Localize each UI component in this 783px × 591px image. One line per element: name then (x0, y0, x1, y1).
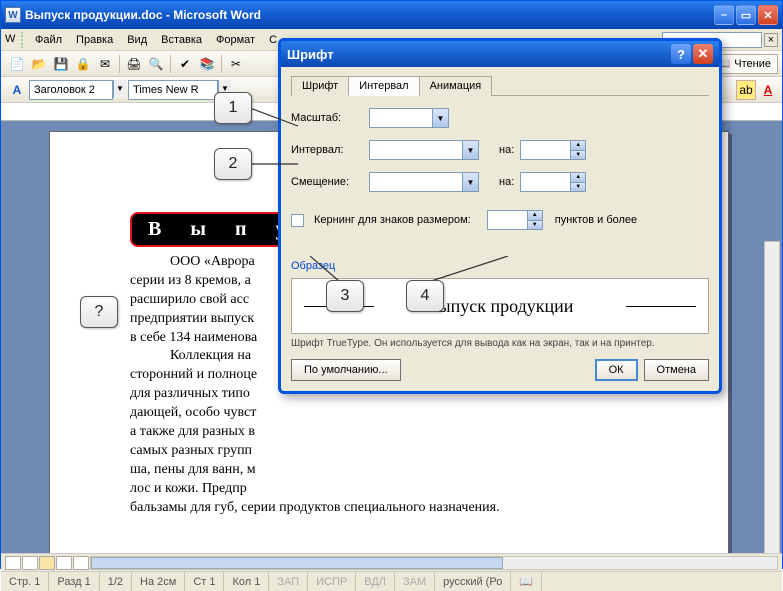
kerning-label: Кернинг для знаков размером: (314, 214, 471, 226)
cancel-button[interactable]: Отмена (644, 359, 709, 381)
maximize-button[interactable]: ▭ (736, 5, 756, 25)
research-icon[interactable]: 📚 (197, 54, 217, 74)
chevron-down-icon: ▼ (527, 221, 542, 230)
kerning-spinner[interactable]: ▲▼ (487, 210, 543, 230)
reading-view-button[interactable] (73, 556, 89, 570)
permissions-icon[interactable]: 🔒 (73, 54, 93, 74)
statusbar: Стр. 1 Разд 1 1/2 На 2см Ст 1 Кол 1 ЗАП … (1, 571, 782, 591)
spacing-by-label: на: (499, 144, 514, 156)
ok-button[interactable]: ОК (595, 359, 638, 381)
print-layout-view-button[interactable] (39, 556, 55, 570)
styles-formatting-icon[interactable]: A (7, 80, 27, 100)
sample-group-label: Образец (291, 260, 709, 272)
tab-font[interactable]: Шрифт (291, 76, 349, 96)
kerning-after-label: пунктов и более (555, 214, 637, 226)
word-doc-icon: W (5, 7, 21, 23)
cut-icon[interactable]: ✂ (226, 54, 246, 74)
status-col: Кол 1 (224, 572, 269, 591)
menu-format[interactable]: Формат (210, 32, 261, 48)
grip-icon (21, 32, 25, 48)
chevron-down-icon[interactable]: ▼ (432, 109, 448, 127)
dialog-close-button[interactable]: ✕ (693, 44, 713, 64)
status-ext[interactable]: ВДЛ (356, 572, 395, 591)
sample-text: Выпуск продукции (427, 296, 574, 317)
minimize-button[interactable]: – (714, 5, 734, 25)
highlight-color-icon[interactable]: ab (736, 80, 756, 100)
chevron-down-icon[interactable]: ▼ (113, 80, 126, 98)
chevron-up-icon: ▲ (527, 211, 542, 221)
status-line: Ст 1 (185, 572, 224, 591)
dialog-tabs: Шрифт Интервал Анимация (291, 75, 709, 96)
font-dialog[interactable]: Шрифт ? ✕ Шрифт Интервал Анимация Масшта… (278, 38, 722, 394)
chevron-down-icon: ▼ (570, 151, 585, 160)
chevron-up-icon: ▲ (570, 173, 585, 183)
open-icon[interactable]: 📂 (29, 54, 49, 74)
status-spellcheck-icon[interactable]: 📖 (511, 572, 542, 591)
horizontal-scrollbar[interactable] (90, 556, 778, 570)
chevron-down-icon[interactable]: ▼ (462, 141, 478, 159)
font-hint: Шрифт TrueType. Он используется для выво… (291, 338, 709, 349)
chevron-down-icon: ▼ (570, 183, 585, 192)
default-button[interactable]: По умолчанию... (291, 359, 401, 381)
menu-view[interactable]: Вид (121, 32, 153, 48)
reading-label: Чтение (734, 58, 771, 70)
menu-edit[interactable]: Правка (70, 32, 119, 48)
status-rec[interactable]: ЗАП (269, 572, 308, 591)
close-button[interactable]: ✕ (758, 5, 778, 25)
web-view-button[interactable] (22, 556, 38, 570)
status-ovr[interactable]: ЗАМ (395, 572, 435, 591)
dialog-body: Шрифт Интервал Анимация Масштаб: ▼ Интер… (281, 67, 719, 391)
font-combo[interactable]: Times New R (128, 80, 218, 100)
view-buttons-bar (1, 553, 782, 571)
outline-view-button[interactable] (56, 556, 72, 570)
menu-insert[interactable]: Вставка (155, 32, 208, 48)
callout-1: 1 (214, 92, 252, 124)
status-section: Разд 1 (49, 572, 99, 591)
dialog-title: Шрифт (287, 47, 334, 62)
font-color-icon[interactable]: A (758, 80, 778, 100)
spacing-label: Интервал: (291, 144, 363, 156)
status-page: Стр. 1 (1, 572, 49, 591)
status-trk[interactable]: ИСПР (308, 572, 356, 591)
callout-4: 4 (406, 280, 444, 312)
mail-icon[interactable]: ✉ (95, 54, 115, 74)
new-doc-icon[interactable]: 📄 (7, 54, 27, 74)
status-at: На 2см (132, 572, 185, 591)
position-by-label: на: (499, 176, 514, 188)
menubar-close-icon[interactable]: × (764, 33, 778, 47)
callout-3: 3 (326, 280, 364, 312)
spellcheck-icon[interactable]: ✔ (175, 54, 195, 74)
position-combo[interactable]: ▼ (369, 172, 479, 192)
tab-animation[interactable]: Анимация (419, 76, 493, 96)
titlebar[interactable]: W Выпуск продукции.doc - Microsoft Word … (1, 1, 782, 29)
spacing-combo[interactable]: ▼ (369, 140, 479, 160)
scale-combo[interactable]: ▼ (369, 108, 449, 128)
callout-2: 2 (214, 148, 252, 180)
chevron-down-icon[interactable]: ▼ (462, 173, 478, 191)
doc-menu-icon[interactable]: W (5, 33, 19, 47)
style-combo[interactable]: Заголовок 2 (29, 80, 113, 100)
tab-spacing[interactable]: Интервал (348, 76, 419, 96)
print-icon[interactable]: 🖨 (124, 54, 144, 74)
callout-question: ? (80, 296, 118, 328)
dialog-help-button[interactable]: ? (671, 44, 691, 64)
dialog-titlebar[interactable]: Шрифт ? ✕ (281, 41, 719, 67)
position-label: Смещение: (291, 176, 363, 188)
normal-view-button[interactable] (5, 556, 21, 570)
status-lang[interactable]: русский (Ро (435, 572, 511, 591)
preview-icon[interactable]: 🔍 (146, 54, 166, 74)
scrollbar-thumb[interactable] (91, 557, 503, 569)
vertical-scrollbar[interactable] (764, 241, 780, 553)
spacing-by-spinner[interactable]: ▲▼ (520, 140, 586, 160)
menu-file[interactable]: Файл (29, 32, 68, 48)
scale-label: Масштаб: (291, 112, 363, 124)
chevron-up-icon: ▲ (570, 141, 585, 151)
status-pages: 1/2 (100, 572, 132, 591)
window-title: Выпуск продукции.doc - Microsoft Word (25, 8, 714, 22)
kerning-checkbox[interactable] (291, 214, 304, 227)
position-by-spinner[interactable]: ▲▼ (520, 172, 586, 192)
save-icon[interactable]: 💾 (51, 54, 71, 74)
